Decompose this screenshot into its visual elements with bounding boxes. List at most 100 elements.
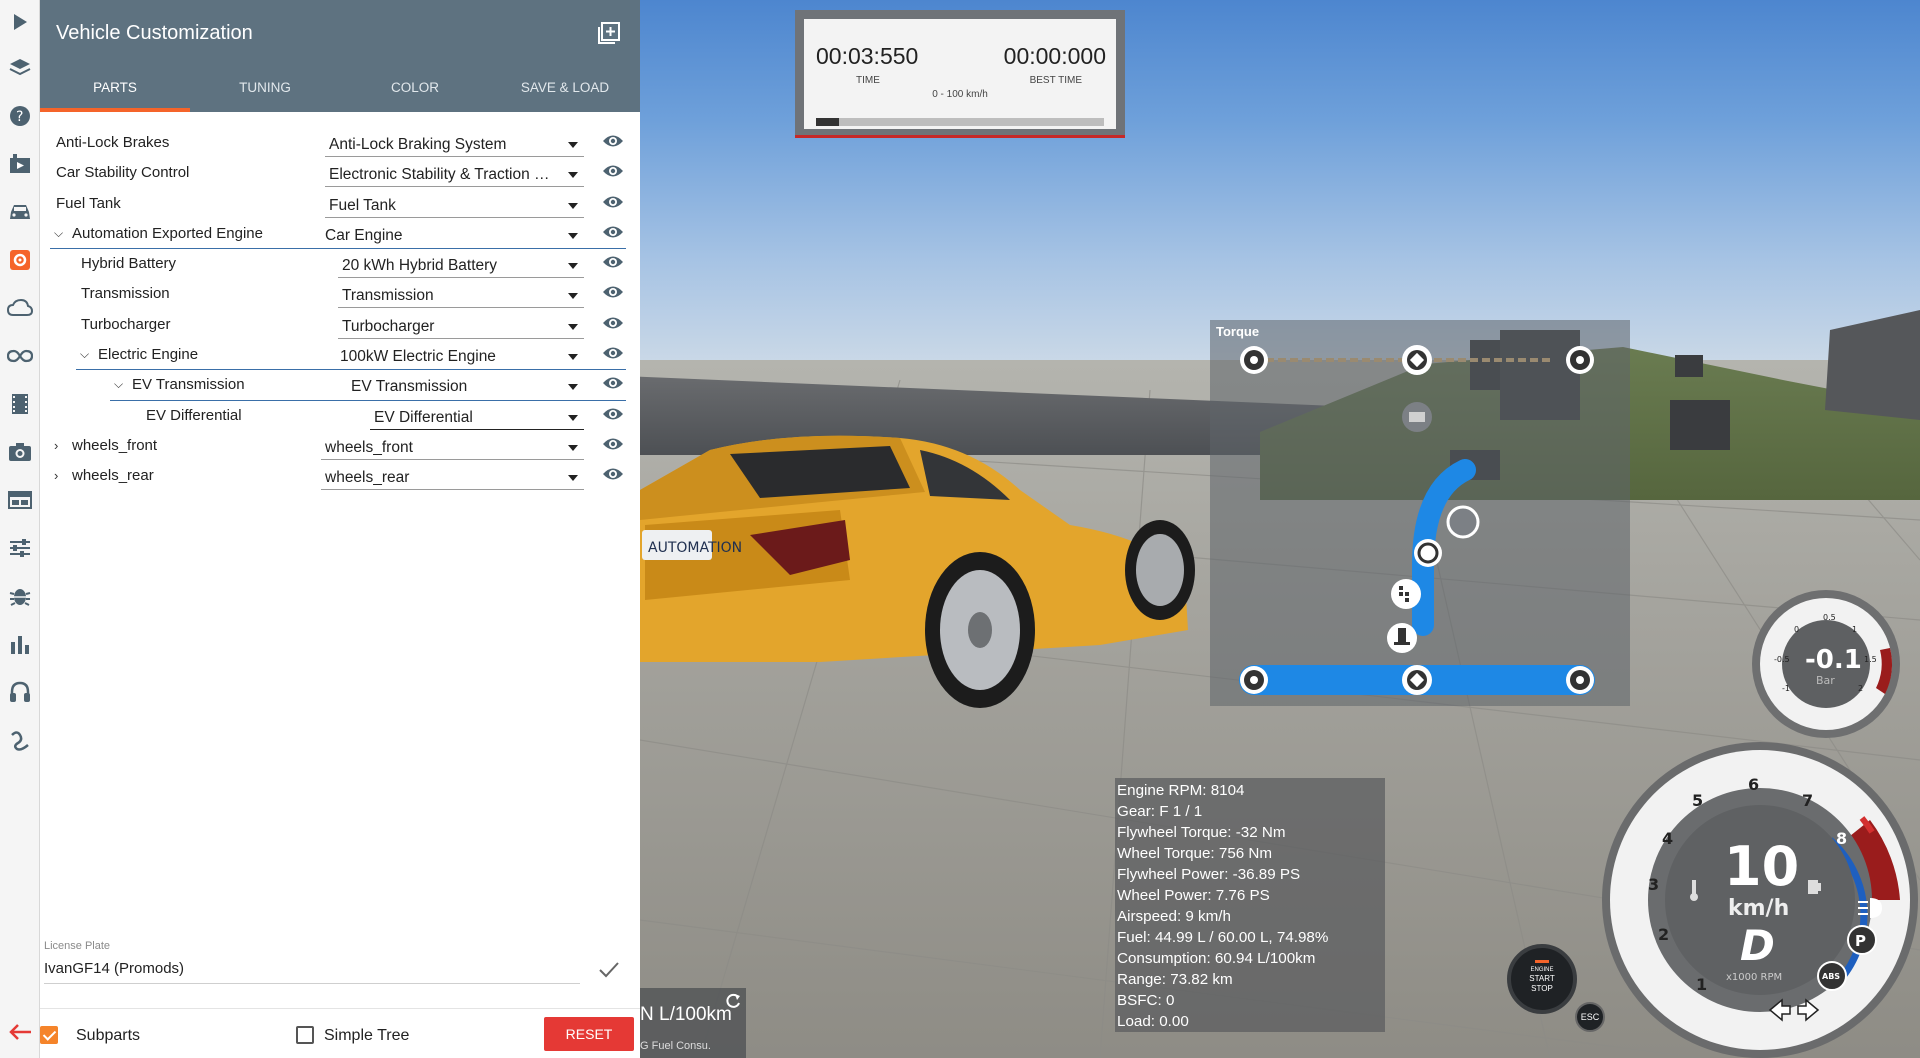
part-row: ⌵ EV Transmission EV Transmission <box>40 370 640 401</box>
debug-bug-icon[interactable] <box>6 582 34 610</box>
license-plate-input[interactable]: IvanGF14 (Promods) <box>44 954 580 984</box>
help-icon[interactable]: ? <box>6 102 34 130</box>
eye-icon[interactable] <box>602 254 624 270</box>
boost-tick-label: -1 <box>1782 684 1790 693</box>
torque-distribution-widget[interactable]: Torque <box>1210 320 1630 706</box>
part-select[interactable]: Fuel Tank <box>325 192 584 218</box>
boost-tick-label: 0 <box>1794 625 1799 634</box>
part-select-value: Turbocharger <box>342 317 435 335</box>
timer-progress-bar <box>816 118 1104 126</box>
tab-parts[interactable]: PARTS <box>40 70 190 112</box>
add-window-icon[interactable] <box>598 22 620 44</box>
part-label: EV Differential <box>146 406 242 424</box>
part-select[interactable]: Anti-Lock Braking System <box>325 131 584 157</box>
part-label: Car Stability Control <box>56 164 190 182</box>
route-icon[interactable] <box>6 726 34 754</box>
reset-refresh-icon[interactable] <box>724 992 742 1010</box>
tab-tuning[interactable]: TUNING <box>190 70 340 112</box>
part-select-value: Transmission <box>342 287 434 305</box>
expand-chevron-icon[interactable]: › <box>54 438 58 453</box>
part-select-value: wheels_rear <box>325 469 410 487</box>
replay-icon[interactable] <box>6 150 34 178</box>
vehicle-car[interactable]: AUTOMATION <box>640 430 1200 720</box>
dropdown-caret-icon <box>568 323 578 330</box>
part-select[interactable]: 20 kWh Hybrid Battery <box>338 252 584 279</box>
confirm-check-icon[interactable] <box>598 960 620 980</box>
reset-button[interactable]: RESET <box>544 1017 634 1051</box>
eye-icon[interactable] <box>602 406 624 422</box>
dropdown-caret-icon <box>568 232 578 239</box>
eye-icon[interactable] <box>602 436 624 452</box>
boost-tick-label: 1.5 <box>1864 655 1877 664</box>
eye-icon[interactable] <box>602 375 624 391</box>
eye-icon[interactable] <box>602 224 624 240</box>
tab-color[interactable]: COLOR <box>340 70 490 112</box>
panel-tabs: PARTS TUNING COLOR SAVE & LOAD <box>40 70 640 112</box>
eye-icon[interactable] <box>602 133 624 149</box>
collapse-chevron-icon[interactable]: ⌵ <box>114 377 123 392</box>
stats-chart-icon[interactable] <box>6 630 34 658</box>
part-row: Transmission Transmission <box>40 279 640 309</box>
debug-line: Flywheel Power: -36.89 PS <box>1117 866 1301 883</box>
part-row: ⌵ Automation Exported Engine Car Engine <box>40 219 640 250</box>
back-arrow-icon[interactable] <box>6 1018 34 1046</box>
expand-chevron-icon[interactable]: › <box>54 468 58 483</box>
collapse-chevron-icon[interactable]: ⌵ <box>54 226 63 241</box>
debug-line: Gear: F 1 / 1 <box>1117 803 1203 820</box>
headphones-icon[interactable] <box>6 678 34 706</box>
part-label: Automation Exported Engine <box>72 224 263 242</box>
part-select[interactable]: EV Differential <box>370 404 584 430</box>
vehicles-icon[interactable] <box>6 198 34 226</box>
speedometer-gauge: 1 2 3 4 5 6 7 8 10 km/h D x1000 RPM P AB… <box>1602 742 1918 1058</box>
part-select[interactable]: wheels_front <box>321 434 584 460</box>
esc-indicator[interactable]: ESC <box>1575 1002 1605 1032</box>
eye-icon[interactable] <box>602 315 624 331</box>
part-select[interactable]: Electronic Stability & Traction C... <box>325 161 584 188</box>
part-select[interactable]: EV Transmission <box>347 373 584 399</box>
drag-timer-widget[interactable]: 00:03:550 TIME 00:00:000 BEST TIME 0 - 1… <box>795 10 1125 138</box>
panel-header: Vehicle Customization PARTS TUNING COLOR… <box>40 0 640 112</box>
ui-apps-icon[interactable] <box>6 486 34 514</box>
options-sliders-icon[interactable] <box>6 534 34 562</box>
dropdown-caret-icon <box>568 384 578 391</box>
part-select[interactable]: Car Engine <box>321 222 584 248</box>
part-select[interactable]: Turbocharger <box>338 313 584 339</box>
parts-icon[interactable] <box>6 246 34 274</box>
collapse-chevron-icon[interactable]: ⌵ <box>80 347 89 362</box>
engine-start-stop-button[interactable]: ENGINE START STOP <box>1507 944 1577 1014</box>
rpm-tick-label: 6 <box>1748 775 1759 794</box>
dropdown-caret-icon <box>568 414 578 421</box>
play-icon[interactable] <box>6 8 34 36</box>
infinity-icon[interactable] <box>6 342 34 370</box>
eye-icon[interactable] <box>602 194 624 210</box>
dropdown-caret-icon <box>568 142 578 148</box>
cloud-icon[interactable] <box>6 294 34 322</box>
part-select[interactable]: wheels_rear <box>321 464 584 491</box>
fuel-consumption-value: N L/100km <box>640 1004 732 1025</box>
eye-icon[interactable] <box>602 345 624 361</box>
part-label: EV Transmission <box>132 376 245 394</box>
speed-value: 10 <box>1724 835 1799 898</box>
camera-icon[interactable] <box>6 438 34 466</box>
dropdown-caret-icon <box>568 444 578 451</box>
debug-line: Engine RPM: 8104 <box>1117 782 1245 799</box>
part-select-value: EV Differential <box>374 408 473 426</box>
simple-tree-checkbox[interactable] <box>296 1026 314 1044</box>
subparts-checkbox[interactable] <box>40 1026 58 1044</box>
timer-progress-fill <box>816 118 840 126</box>
eye-icon[interactable] <box>602 466 624 482</box>
tab-save-load[interactable]: SAVE & LOAD <box>490 70 640 112</box>
fuel-consumption-widget[interactable]: N L/100km G Fuel Consu. <box>640 988 746 1058</box>
boost-tick-label: 2 <box>1858 684 1863 693</box>
part-row: Fuel Tank Fuel Tank <box>40 189 640 219</box>
rpm-tick-label: 2 <box>1658 925 1669 944</box>
layers-icon[interactable] <box>6 54 34 82</box>
svg-text:?: ? <box>16 109 23 125</box>
eye-icon[interactable] <box>602 163 624 179</box>
part-select-value: 20 kWh Hybrid Battery <box>342 257 498 275</box>
part-select[interactable]: Transmission <box>338 282 584 309</box>
film-icon[interactable] <box>6 390 34 418</box>
part-select[interactable]: 100kW Electric Engine <box>336 343 584 369</box>
eye-icon[interactable] <box>602 284 624 300</box>
part-select-value: Fuel Tank <box>329 196 396 214</box>
